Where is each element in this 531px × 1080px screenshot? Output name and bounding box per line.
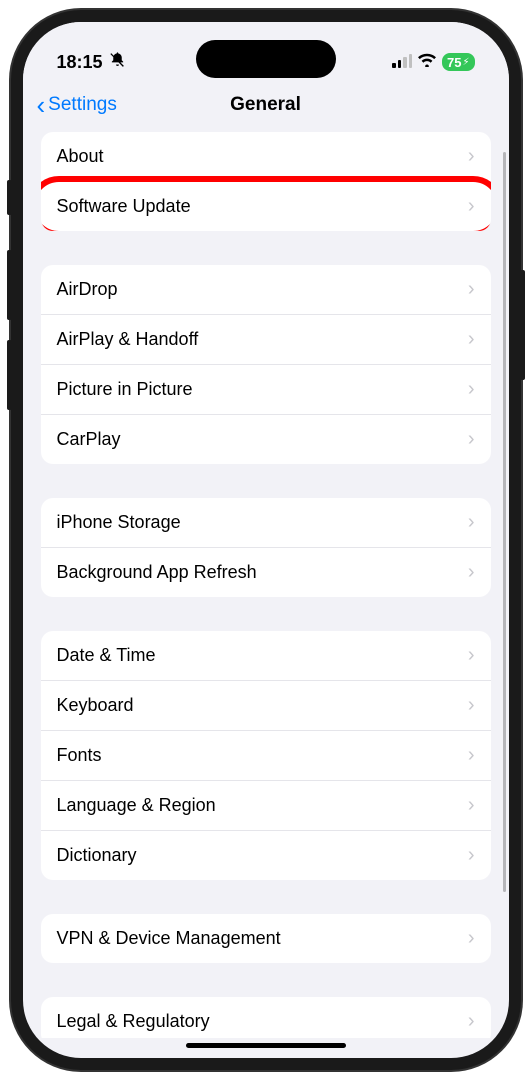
- phone-frame: 18:15 75 ⚡︎ ‹ Settin: [11, 10, 521, 1070]
- row-picture-in-picture[interactable]: Picture in Picture ›: [41, 365, 491, 415]
- chevron-right-icon: ›: [468, 694, 475, 717]
- row-label: Keyboard: [57, 695, 134, 716]
- row-label: Date & Time: [57, 645, 156, 666]
- back-label: Settings: [48, 94, 117, 116]
- page-title: General: [230, 94, 301, 116]
- back-button[interactable]: ‹ Settings: [37, 92, 117, 118]
- section: Legal & Regulatory ›: [41, 997, 491, 1038]
- section: AirDrop›AirPlay & Handoff›Picture in Pic…: [41, 265, 491, 464]
- row-legal-regulatory[interactable]: Legal & Regulatory ›: [41, 997, 491, 1038]
- power-button: [520, 270, 525, 380]
- chevron-right-icon: ›: [468, 278, 475, 301]
- chevron-right-icon: ›: [468, 744, 475, 767]
- row-airdrop[interactable]: AirDrop ›: [41, 265, 491, 315]
- mute-switch: [7, 180, 12, 215]
- content: About›Software Update›AirDrop›AirPlay & …: [23, 132, 509, 1038]
- row-vpn-device-management[interactable]: VPN & Device Management ›: [41, 914, 491, 963]
- row-software-update[interactable]: Software Update ›: [41, 182, 491, 231]
- home-indicator[interactable]: [186, 1043, 346, 1048]
- chevron-right-icon: ›: [468, 378, 475, 401]
- chevron-left-icon: ‹: [37, 92, 46, 118]
- row-label: Fonts: [57, 745, 102, 766]
- chevron-right-icon: ›: [468, 195, 475, 218]
- status-time: 18:15: [57, 52, 103, 73]
- scroll-indicator[interactable]: [503, 152, 506, 892]
- battery-icon: 75 ⚡︎: [442, 53, 475, 71]
- chevron-right-icon: ›: [468, 844, 475, 867]
- row-about[interactable]: About ›: [41, 132, 491, 182]
- row-label: AirPlay & Handoff: [57, 329, 199, 350]
- chevron-right-icon: ›: [468, 328, 475, 351]
- row-label: Dictionary: [57, 845, 137, 866]
- row-carplay[interactable]: CarPlay ›: [41, 415, 491, 464]
- screen: 18:15 75 ⚡︎ ‹ Settin: [23, 22, 509, 1058]
- row-label: Software Update: [57, 196, 191, 217]
- row-date-time[interactable]: Date & Time ›: [41, 631, 491, 681]
- section: iPhone Storage › Background App Refresh ›: [41, 498, 491, 597]
- charging-icon: ⚡︎: [462, 57, 469, 68]
- chevron-right-icon: ›: [468, 644, 475, 667]
- row-dictionary[interactable]: Dictionary ›: [41, 831, 491, 880]
- chevron-right-icon: ›: [468, 145, 475, 168]
- chevron-right-icon: ›: [468, 511, 475, 534]
- chevron-right-icon: ›: [468, 794, 475, 817]
- row-language-region[interactable]: Language & Region ›: [41, 781, 491, 831]
- chevron-right-icon: ›: [468, 428, 475, 451]
- nav-bar: ‹ Settings General: [23, 80, 509, 132]
- row-background-app-refresh[interactable]: Background App Refresh ›: [41, 548, 491, 597]
- row-label: CarPlay: [57, 429, 121, 450]
- section: Date & Time›Keyboard›Fonts›Language & Re…: [41, 631, 491, 880]
- row-label: VPN & Device Management: [57, 928, 281, 949]
- row-label: About: [57, 146, 104, 167]
- section: About › Software Update ›: [41, 132, 491, 231]
- silent-icon: [109, 51, 126, 73]
- row-label: iPhone Storage: [57, 512, 181, 533]
- wifi-icon: [418, 53, 436, 72]
- section: VPN & Device Management ›: [41, 914, 491, 963]
- row-keyboard[interactable]: Keyboard ›: [41, 681, 491, 731]
- row-label: AirDrop: [57, 279, 118, 300]
- chevron-right-icon: ›: [468, 1010, 475, 1033]
- dynamic-island: [196, 40, 336, 78]
- row-fonts[interactable]: Fonts ›: [41, 731, 491, 781]
- row-label: Background App Refresh: [57, 562, 257, 583]
- row-label: Language & Region: [57, 795, 216, 816]
- chevron-right-icon: ›: [468, 927, 475, 950]
- battery-percentage: 75: [447, 55, 461, 70]
- row-airplay-handoff[interactable]: AirPlay & Handoff ›: [41, 315, 491, 365]
- volume-up-button: [7, 250, 12, 320]
- chevron-right-icon: ›: [468, 561, 475, 584]
- row-label: Picture in Picture: [57, 379, 193, 400]
- volume-down-button: [7, 340, 12, 410]
- signal-icon: [392, 56, 412, 68]
- row-iphone-storage[interactable]: iPhone Storage ›: [41, 498, 491, 548]
- row-label: Legal & Regulatory: [57, 1011, 210, 1032]
